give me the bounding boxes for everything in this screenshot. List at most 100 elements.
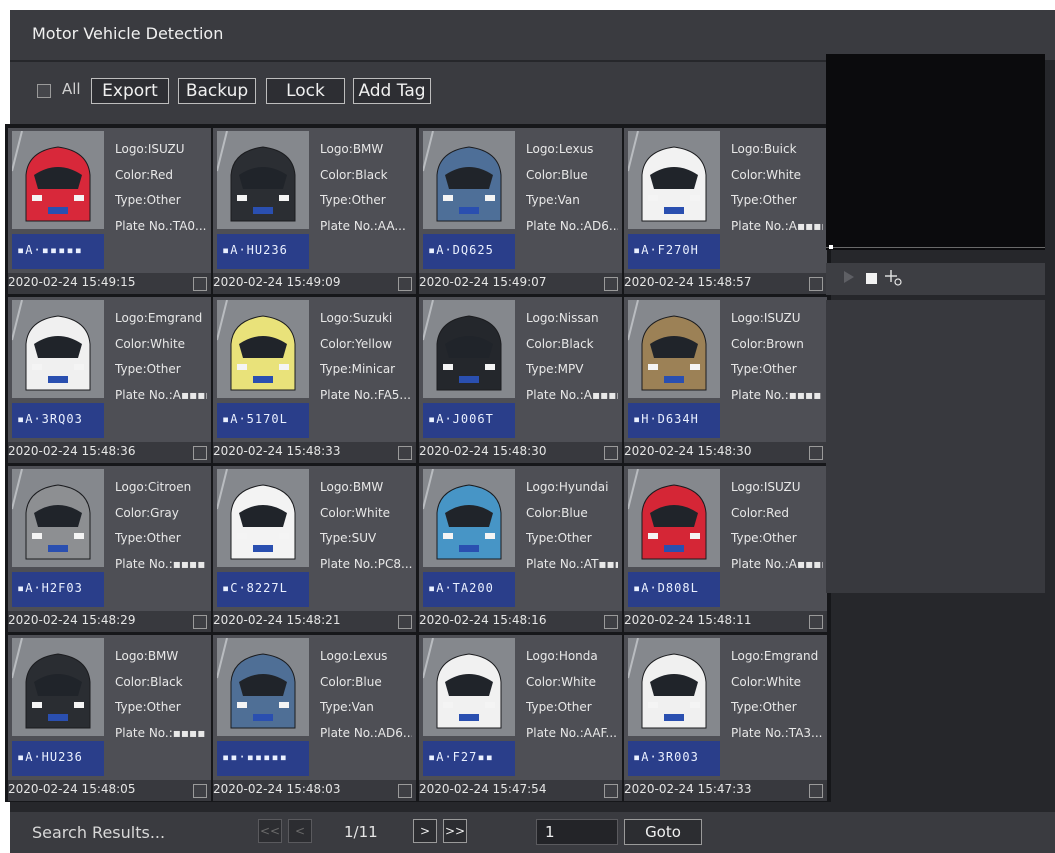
- vehicle-card[interactable]: ▪A·H2F03 Logo:Citroen Color:Gray Type:Other…: [8, 466, 211, 632]
- vehicle-card[interactable]: ▪A·▪▪▪▪▪ Logo:ISUZU Color:Red Type:Other Pla…: [8, 128, 211, 294]
- first-page-button[interactable]: <<: [258, 819, 282, 843]
- plate-number: Plate No.:▪▪▪▪: [115, 556, 206, 571]
- card-select-checkbox[interactable]: [398, 615, 412, 629]
- card-footer: 2020-02-24 15:48:57: [624, 273, 827, 294]
- vehicle-card[interactable]: ▪A·DQ625 Logo:Lexus Color:Blue Type:Van Plat…: [419, 128, 622, 294]
- plate-snapshot[interactable]: ▪▪·▪▪▪▪▪: [217, 741, 309, 776]
- vehicle-attributes: Logo:Suzuki Color:Yellow Type:Minicar Plate…: [320, 311, 412, 413]
- vehicle-snapshot[interactable]: [217, 469, 309, 567]
- plate-snapshot[interactable]: ▪A·F270H: [628, 234, 720, 269]
- card-select-checkbox[interactable]: [604, 277, 618, 291]
- vehicle-snapshot[interactable]: [12, 469, 104, 567]
- plate-snapshot[interactable]: ▪A·D808L: [628, 572, 720, 607]
- vehicle-snapshot[interactable]: [217, 638, 309, 736]
- plate-snapshot[interactable]: ▪A·TA200: [423, 572, 515, 607]
- vehicle-card[interactable]: ▪A·D808L Logo:ISUZU Color:Red Type:Other Pla…: [624, 466, 827, 632]
- capture-timestamp: 2020-02-24 15:48:36: [8, 444, 136, 458]
- card-select-checkbox[interactable]: [604, 784, 618, 798]
- snap-icon[interactable]: [884, 268, 902, 290]
- vehicle-type: Type:Other: [115, 193, 181, 207]
- vehicle-card[interactable]: ▪A·F27▪▪ Logo:Honda Color:White Type:Other P…: [419, 635, 622, 801]
- vehicle-snapshot[interactable]: [423, 469, 515, 567]
- vehicle-snapshot[interactable]: [217, 131, 309, 229]
- stop-icon[interactable]: [866, 272, 877, 288]
- card-select-checkbox[interactable]: [193, 615, 207, 629]
- play-icon[interactable]: [843, 270, 855, 288]
- video-preview[interactable]: [826, 54, 1045, 250]
- vehicle-logo: Logo:ISUZU: [731, 480, 801, 494]
- card-select-checkbox[interactable]: [193, 784, 207, 798]
- plate-snapshot[interactable]: ▪H·D634H: [628, 403, 720, 438]
- card-select-checkbox[interactable]: [398, 277, 412, 291]
- capture-timestamp: 2020-02-24 15:48:29: [8, 613, 136, 627]
- add-tag-button[interactable]: Add Tag: [353, 78, 431, 104]
- card-select-checkbox[interactable]: [193, 277, 207, 291]
- card-select-checkbox[interactable]: [398, 784, 412, 798]
- plate-snapshot[interactable]: ▪A·DQ625: [423, 234, 515, 269]
- vehicle-card[interactable]: ▪▪·▪▪▪▪▪ Logo:Lexus Color:Blue Type:Van Plat…: [213, 635, 416, 801]
- plate-snapshot[interactable]: ▪A·▪▪▪▪▪: [12, 234, 104, 269]
- vehicle-type: Type:Minicar: [320, 362, 396, 376]
- plate-snapshot[interactable]: ▪C·8227L: [217, 572, 309, 607]
- capture-timestamp: 2020-02-24 15:47:33: [624, 782, 752, 796]
- vehicle-snapshot[interactable]: [628, 131, 720, 229]
- plate-snapshot-text: ▪A·HU236: [222, 243, 288, 257]
- last-page-button[interactable]: >>: [443, 819, 467, 843]
- vehicle-card[interactable]: ▪H·D634H Logo:ISUZU Color:Brown Type:Other P…: [624, 297, 827, 463]
- vehicle-snapshot[interactable]: [12, 638, 104, 736]
- vehicle-card[interactable]: ▪A·HU236 Logo:BMW Color:Black Type:Other Pla…: [213, 128, 416, 294]
- vehicle-logo: Logo:Lexus: [526, 142, 594, 156]
- plate-snapshot-text: ▪A·D808L: [633, 581, 699, 595]
- vehicle-snapshot[interactable]: [217, 300, 309, 398]
- vehicle-snapshot[interactable]: [12, 131, 104, 229]
- export-button[interactable]: Export: [91, 78, 169, 104]
- vehicle-snapshot[interactable]: [628, 300, 720, 398]
- plate-snapshot[interactable]: ▪A·HU236: [217, 234, 309, 269]
- plate-snapshot-text: ▪A·3RQ03: [17, 412, 83, 426]
- card-select-checkbox[interactable]: [809, 615, 823, 629]
- vehicle-snapshot[interactable]: [628, 469, 720, 567]
- vehicle-card[interactable]: ▪C·8227L Logo:BMW Color:White Type:SUV Plate…: [213, 466, 416, 632]
- vehicle-card[interactable]: ▪A·TA200 Logo:Hyundai Color:Blue Type:Other…: [419, 466, 622, 632]
- card-select-checkbox[interactable]: [604, 615, 618, 629]
- plate-snapshot[interactable]: ▪A·3RQ03: [12, 403, 104, 438]
- goto-page-input[interactable]: [536, 819, 618, 845]
- prev-page-button[interactable]: <: [288, 819, 312, 843]
- vehicle-snapshot[interactable]: [423, 300, 515, 398]
- vehicle-card[interactable]: ▪A·3R003 Logo:Emgrand Color:White Type:Othe…: [624, 635, 827, 801]
- backup-button[interactable]: Backup: [178, 78, 256, 104]
- next-page-button[interactable]: >: [413, 819, 437, 843]
- plate-snapshot[interactable]: ▪A·3R003: [628, 741, 720, 776]
- vehicle-snapshot[interactable]: [423, 638, 515, 736]
- vehicle-snapshot[interactable]: [423, 131, 515, 229]
- vehicle-type: Type:MPV: [526, 362, 584, 376]
- plate-snapshot[interactable]: ▪A·H2F03: [12, 572, 104, 607]
- card-select-checkbox[interactable]: [809, 446, 823, 460]
- vehicle-card[interactable]: ▪A·F270H Logo:Buick Color:White Type:Other P…: [624, 128, 827, 294]
- lock-button[interactable]: Lock: [266, 78, 345, 104]
- card-select-checkbox[interactable]: [604, 446, 618, 460]
- vehicle-logo: Logo:Buick: [731, 142, 797, 156]
- vehicle-card[interactable]: ▪A·J006T Logo:Nissan Color:Black Type:MPV Pl…: [419, 297, 622, 463]
- pagination-bar: [10, 812, 1055, 853]
- plate-snapshot[interactable]: ▪A·F27▪▪: [423, 741, 515, 776]
- vehicle-type: Type:Van: [320, 700, 374, 714]
- plate-snapshot[interactable]: ▪A·J006T: [423, 403, 515, 438]
- plate-snapshot[interactable]: ▪A·HU236: [12, 741, 104, 776]
- vehicle-attributes: Logo:Lexus Color:Blue Type:Van Plate No.:AD…: [526, 142, 618, 244]
- plate-snapshot[interactable]: ▪A·5170L: [217, 403, 309, 438]
- select-all-checkbox[interactable]: [37, 84, 51, 98]
- card-select-checkbox[interactable]: [809, 277, 823, 291]
- playback-timeline[interactable]: [826, 247, 1045, 248]
- timeline-cursor[interactable]: [829, 245, 833, 249]
- card-select-checkbox[interactable]: [809, 784, 823, 798]
- card-select-checkbox[interactable]: [193, 446, 207, 460]
- vehicle-snapshot[interactable]: [12, 300, 104, 398]
- vehicle-snapshot[interactable]: [628, 638, 720, 736]
- vehicle-card[interactable]: ▪A·3RQ03 Logo:Emgrand Color:White Type:Othe…: [8, 297, 211, 463]
- goto-button[interactable]: Goto: [624, 819, 702, 845]
- vehicle-card[interactable]: ▪A·HU236 Logo:BMW Color:Black Type:Other Pla…: [8, 635, 211, 801]
- plate-number: Plate No.:TA3...: [731, 725, 823, 740]
- vehicle-card[interactable]: ▪A·5170L Logo:Suzuki Color:Yellow Type:Mini…: [213, 297, 416, 463]
- card-select-checkbox[interactable]: [398, 446, 412, 460]
